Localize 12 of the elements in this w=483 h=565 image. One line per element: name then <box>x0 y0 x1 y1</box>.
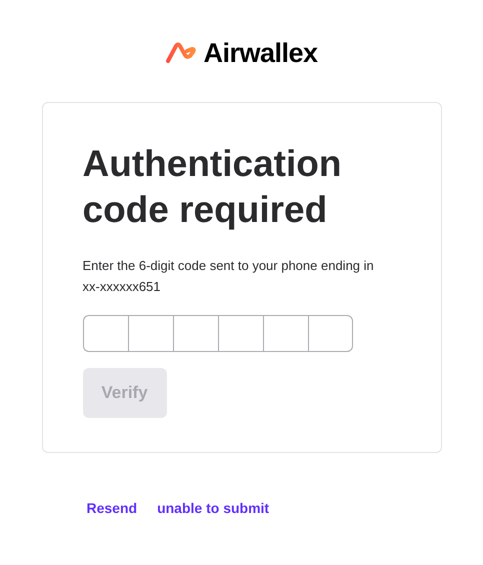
instruction-text: Enter the 6-digit code sent to your phone ending in xx-xxxxxx651 <box>82 256 375 296</box>
text-link[interactable]: Resend <box>86 498 138 518</box>
text-link[interactable]: unable to submit <box>157 498 270 518</box>
logo-text: Airwallex <box>203 37 318 70</box>
digit-field[interactable] <box>82 314 128 352</box>
digit-field[interactable] <box>218 314 262 352</box>
digit-field[interactable] <box>128 314 172 352</box>
page-title: Authentication code required <box>82 142 342 232</box>
digit-field[interactable] <box>308 314 352 352</box>
digit-field[interactable] <box>262 314 308 352</box>
logo-icon <box>165 42 198 64</box>
digit-field[interactable] <box>172 314 218 352</box>
